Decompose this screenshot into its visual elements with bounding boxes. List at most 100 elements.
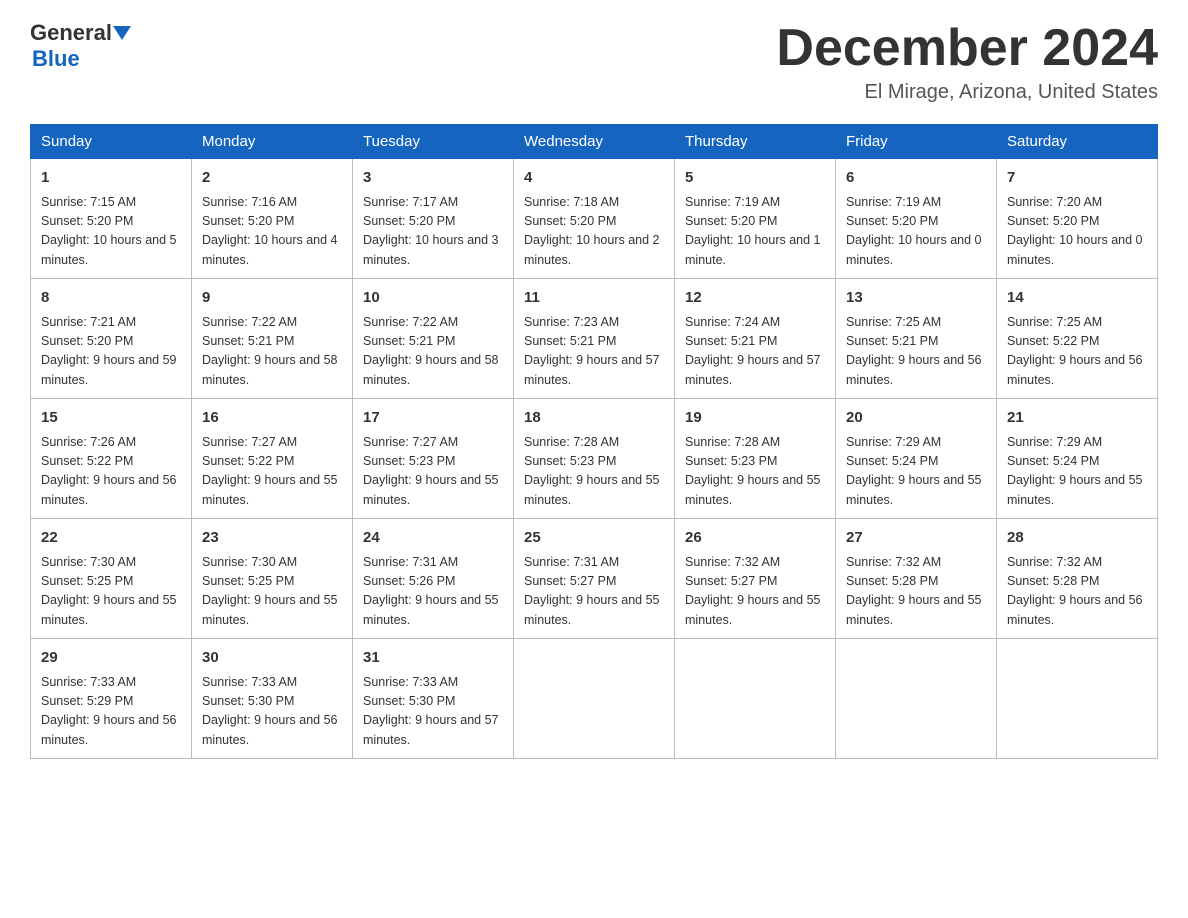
day-info: Sunrise: 7:23 AMSunset: 5:21 PMDaylight:…: [524, 313, 664, 391]
calendar-cell: 30 Sunrise: 7:33 AMSunset: 5:30 PMDayligh…: [192, 639, 353, 759]
header-day-thursday: Thursday: [675, 125, 836, 159]
day-info: Sunrise: 7:20 AMSunset: 5:20 PMDaylight:…: [1007, 193, 1147, 271]
logo-triangle-icon: [113, 26, 131, 40]
day-info: Sunrise: 7:28 AMSunset: 5:23 PMDaylight:…: [685, 433, 825, 511]
day-info: Sunrise: 7:29 AMSunset: 5:24 PMDaylight:…: [846, 433, 986, 511]
day-number: 2: [202, 167, 342, 190]
day-number: 13: [846, 287, 986, 310]
calendar-cell: 11 Sunrise: 7:23 AMSunset: 5:21 PMDayligh…: [514, 279, 675, 399]
day-number: 21: [1007, 407, 1147, 430]
day-number: 8: [41, 287, 181, 310]
day-info: Sunrise: 7:32 AMSunset: 5:28 PMDaylight:…: [1007, 553, 1147, 631]
day-number: 31: [363, 647, 503, 670]
header-row: SundayMondayTuesdayWednesdayThursdayFrid…: [31, 125, 1158, 159]
calendar-cell: 19 Sunrise: 7:28 AMSunset: 5:23 PMDayligh…: [675, 399, 836, 519]
day-info: Sunrise: 7:32 AMSunset: 5:27 PMDaylight:…: [685, 553, 825, 631]
calendar-cell: 25 Sunrise: 7:31 AMSunset: 5:27 PMDayligh…: [514, 519, 675, 639]
day-number: 19: [685, 407, 825, 430]
header-day-tuesday: Tuesday: [353, 125, 514, 159]
day-info: Sunrise: 7:27 AMSunset: 5:22 PMDaylight:…: [202, 433, 342, 511]
day-info: Sunrise: 7:27 AMSunset: 5:23 PMDaylight:…: [363, 433, 503, 511]
day-info: Sunrise: 7:15 AMSunset: 5:20 PMDaylight:…: [41, 193, 181, 271]
day-number: 9: [202, 287, 342, 310]
header-day-wednesday: Wednesday: [514, 125, 675, 159]
location-subtitle: El Mirage, Arizona, United States: [776, 81, 1158, 104]
day-number: 15: [41, 407, 181, 430]
day-info: Sunrise: 7:26 AMSunset: 5:22 PMDaylight:…: [41, 433, 181, 511]
title-section: December 2024 El Mirage, Arizona, United…: [776, 20, 1158, 104]
calendar-cell: 27 Sunrise: 7:32 AMSunset: 5:28 PMDayligh…: [836, 519, 997, 639]
calendar-cell: 14 Sunrise: 7:25 AMSunset: 5:22 PMDayligh…: [997, 279, 1158, 399]
day-number: 5: [685, 167, 825, 190]
page-header: General Blue December 2024 El Mirage, Ar…: [30, 20, 1158, 104]
calendar-header: SundayMondayTuesdayWednesdayThursdayFrid…: [31, 125, 1158, 159]
day-number: 11: [524, 287, 664, 310]
day-info: Sunrise: 7:25 AMSunset: 5:22 PMDaylight:…: [1007, 313, 1147, 391]
calendar-cell: [836, 639, 997, 759]
day-info: Sunrise: 7:17 AMSunset: 5:20 PMDaylight:…: [363, 193, 503, 271]
month-title: December 2024: [776, 20, 1158, 77]
day-info: Sunrise: 7:30 AMSunset: 5:25 PMDaylight:…: [41, 553, 181, 631]
calendar-cell: 28 Sunrise: 7:32 AMSunset: 5:28 PMDayligh…: [997, 519, 1158, 639]
calendar-cell: 29Sunrise: 7:33 AMSunset: 5:29 PMDayligh…: [31, 639, 192, 759]
day-info: Sunrise: 7:30 AMSunset: 5:25 PMDaylight:…: [202, 553, 342, 631]
calendar-cell: 7Sunrise: 7:20 AMSunset: 5:20 PMDaylight…: [997, 159, 1158, 279]
day-number: 27: [846, 527, 986, 550]
calendar-cell: 3Sunrise: 7:17 AMSunset: 5:20 PMDaylight…: [353, 159, 514, 279]
day-number: 17: [363, 407, 503, 430]
day-number: 29: [41, 647, 181, 670]
day-info: Sunrise: 7:21 AMSunset: 5:20 PMDaylight:…: [41, 313, 181, 391]
calendar-cell: [997, 639, 1158, 759]
calendar-cell: 5 Sunrise: 7:19 AMSunset: 5:20 PMDaylight…: [675, 159, 836, 279]
day-number: 25: [524, 527, 664, 550]
day-info: Sunrise: 7:33 AMSunset: 5:30 PMDaylight:…: [363, 673, 503, 751]
calendar-cell: 13Sunrise: 7:25 AMSunset: 5:21 PMDayligh…: [836, 279, 997, 399]
calendar-cell: 15 Sunrise: 7:26 AMSunset: 5:22 PMDayligh…: [31, 399, 192, 519]
week-row-3: 15 Sunrise: 7:26 AMSunset: 5:22 PMDayligh…: [31, 399, 1158, 519]
day-info: Sunrise: 7:31 AMSunset: 5:27 PMDaylight:…: [524, 553, 664, 631]
day-info: Sunrise: 7:29 AMSunset: 5:24 PMDaylight:…: [1007, 433, 1147, 511]
day-number: 12: [685, 287, 825, 310]
day-info: Sunrise: 7:32 AMSunset: 5:28 PMDaylight:…: [846, 553, 986, 631]
calendar-cell: 9Sunrise: 7:22 AMSunset: 5:21 PMDaylight…: [192, 279, 353, 399]
day-number: 14: [1007, 287, 1147, 310]
calendar-cell: 24Sunrise: 7:31 AMSunset: 5:26 PMDayligh…: [353, 519, 514, 639]
calendar-cell: 20 Sunrise: 7:29 AMSunset: 5:24 PMDayligh…: [836, 399, 997, 519]
day-info: Sunrise: 7:19 AMSunset: 5:20 PMDaylight:…: [846, 193, 986, 271]
logo: General Blue: [30, 20, 131, 72]
calendar-cell: 16 Sunrise: 7:27 AMSunset: 5:22 PMDayligh…: [192, 399, 353, 519]
day-info: Sunrise: 7:28 AMSunset: 5:23 PMDaylight:…: [524, 433, 664, 511]
day-info: Sunrise: 7:22 AMSunset: 5:21 PMDaylight:…: [363, 313, 503, 391]
calendar-cell: [514, 639, 675, 759]
calendar-cell: 2 Sunrise: 7:16 AMSunset: 5:20 PMDaylight…: [192, 159, 353, 279]
calendar-cell: 22 Sunrise: 7:30 AMSunset: 5:25 PMDayligh…: [31, 519, 192, 639]
header-day-friday: Friday: [836, 125, 997, 159]
day-info: Sunrise: 7:16 AMSunset: 5:20 PMDaylight:…: [202, 193, 342, 271]
day-info: Sunrise: 7:24 AMSunset: 5:21 PMDaylight:…: [685, 313, 825, 391]
day-number: 28: [1007, 527, 1147, 550]
week-row-2: 8 Sunrise: 7:21 AMSunset: 5:20 PMDaylight…: [31, 279, 1158, 399]
day-number: 22: [41, 527, 181, 550]
day-number: 26: [685, 527, 825, 550]
calendar-cell: 10 Sunrise: 7:22 AMSunset: 5:21 PMDayligh…: [353, 279, 514, 399]
day-number: 30: [202, 647, 342, 670]
day-info: Sunrise: 7:33 AMSunset: 5:30 PMDaylight:…: [202, 673, 342, 751]
day-number: 23: [202, 527, 342, 550]
day-info: Sunrise: 7:19 AMSunset: 5:20 PMDaylight:…: [685, 193, 825, 271]
day-number: 20: [846, 407, 986, 430]
header-day-saturday: Saturday: [997, 125, 1158, 159]
day-number: 10: [363, 287, 503, 310]
calendar-cell: 18Sunrise: 7:28 AMSunset: 5:23 PMDayligh…: [514, 399, 675, 519]
week-row-1: 1Sunrise: 7:15 AMSunset: 5:20 PMDaylight…: [31, 159, 1158, 279]
logo-text-blue: Blue: [32, 46, 131, 72]
calendar-cell: 26 Sunrise: 7:32 AMSunset: 5:27 PMDayligh…: [675, 519, 836, 639]
logo-text-general: General: [30, 20, 112, 46]
week-row-5: 29Sunrise: 7:33 AMSunset: 5:29 PMDayligh…: [31, 639, 1158, 759]
calendar-cell: 8 Sunrise: 7:21 AMSunset: 5:20 PMDaylight…: [31, 279, 192, 399]
calendar-body: 1Sunrise: 7:15 AMSunset: 5:20 PMDaylight…: [31, 159, 1158, 759]
day-info: Sunrise: 7:18 AMSunset: 5:20 PMDaylight:…: [524, 193, 664, 271]
calendar-cell: 4Sunrise: 7:18 AMSunset: 5:20 PMDaylight…: [514, 159, 675, 279]
calendar-cell: 12 Sunrise: 7:24 AMSunset: 5:21 PMDayligh…: [675, 279, 836, 399]
day-number: 24: [363, 527, 503, 550]
day-number: 16: [202, 407, 342, 430]
